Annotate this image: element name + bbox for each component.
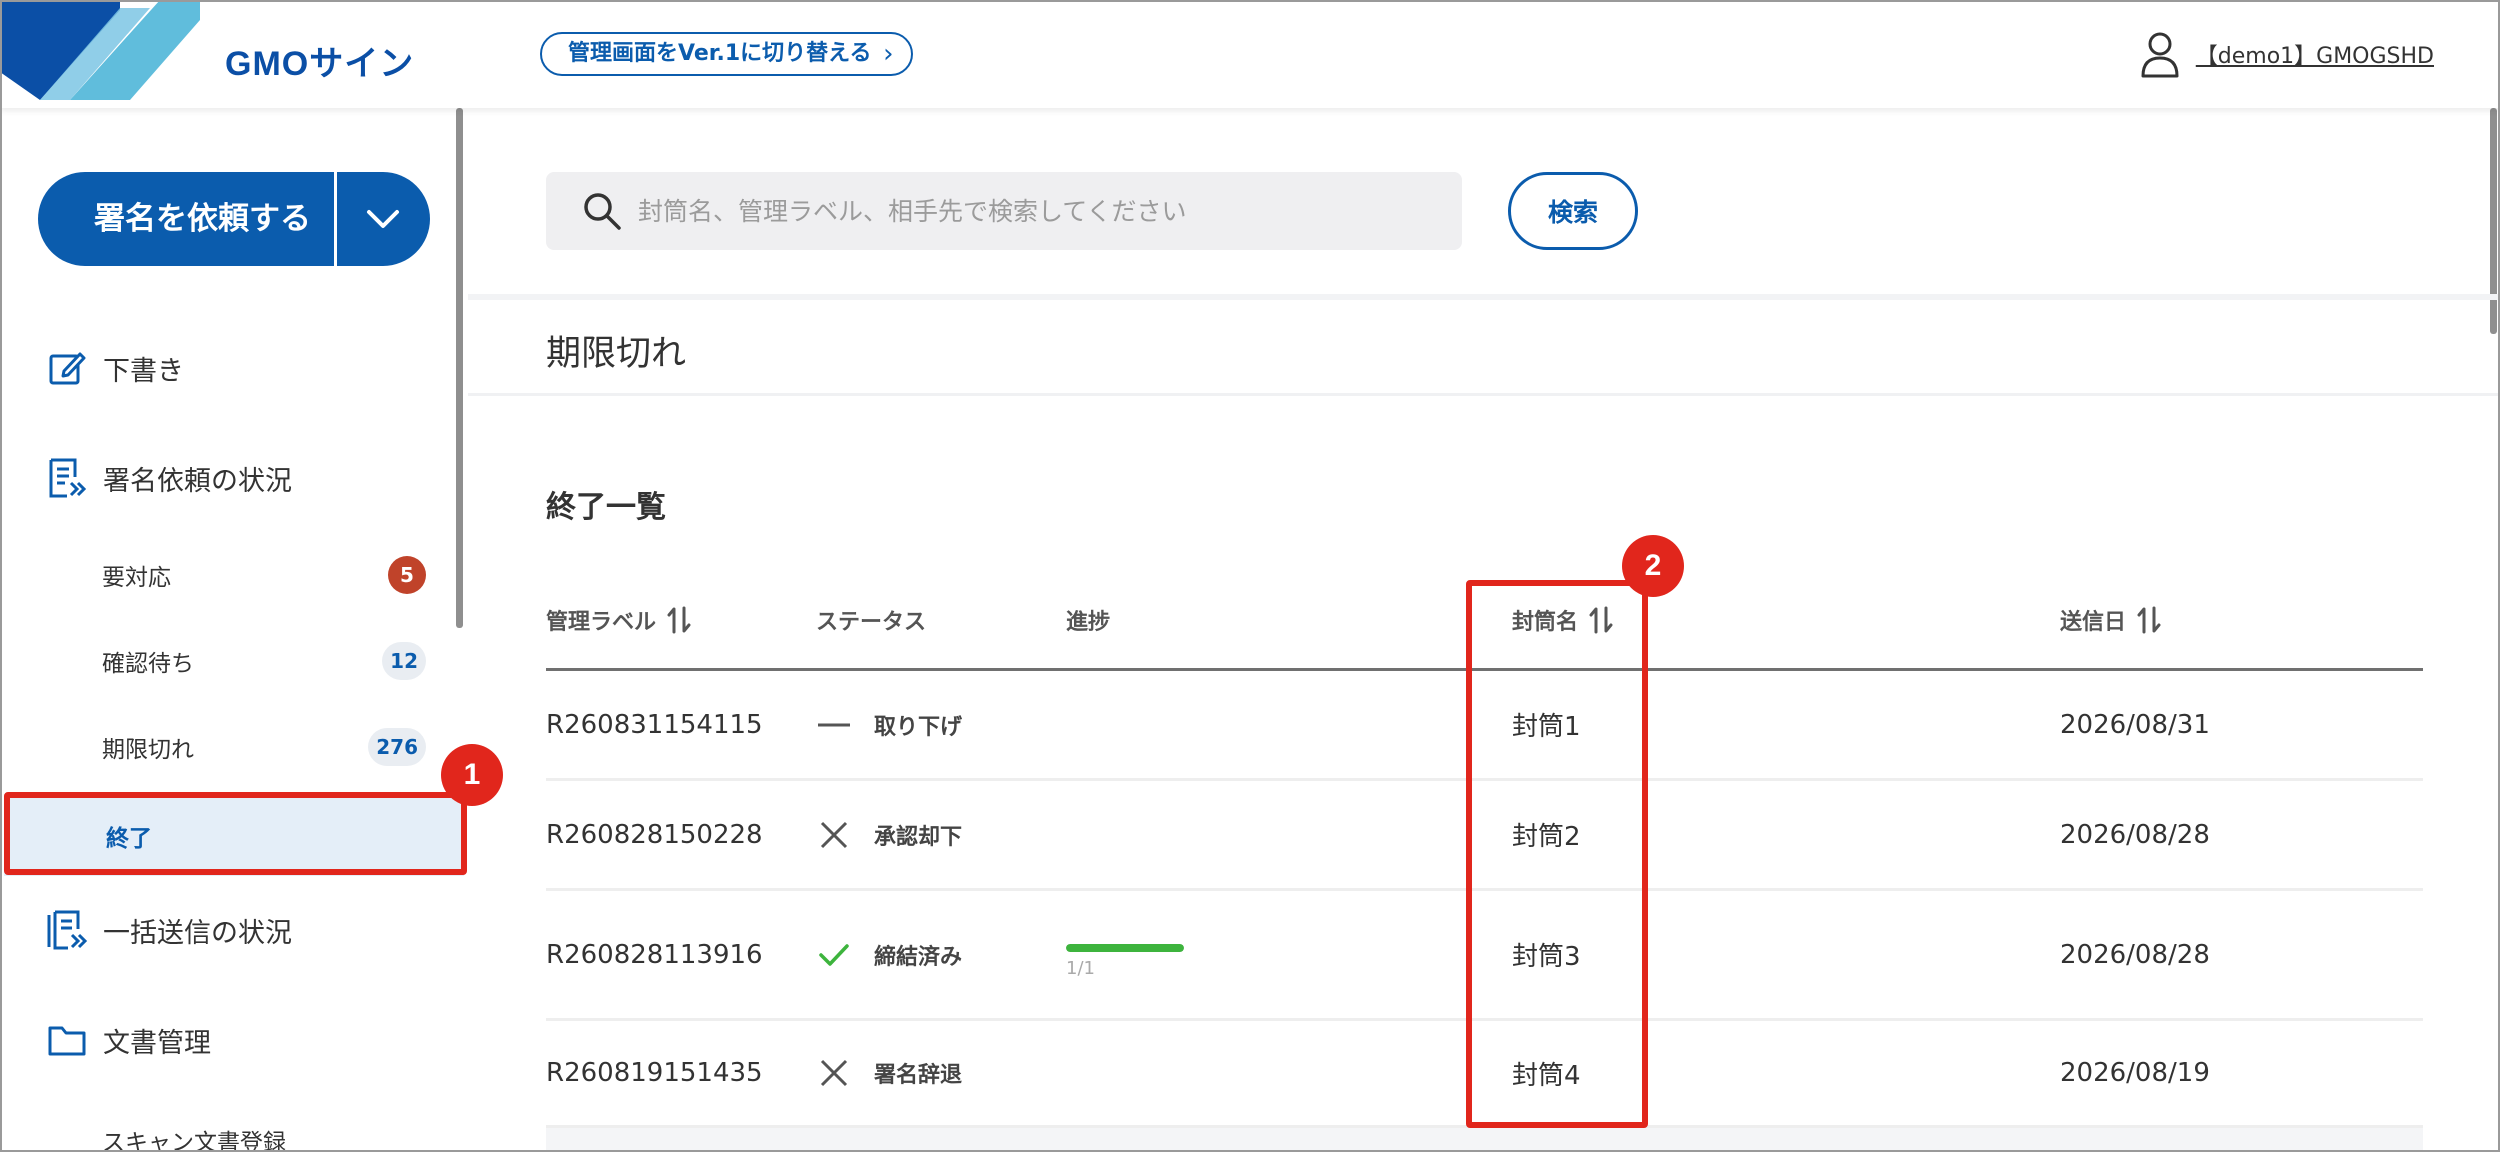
- annotation-marker: 2: [1622, 535, 1684, 597]
- sidebar-subitem-label: 期限切れ: [102, 737, 194, 763]
- cell-sent-date: 2026/08/19: [2060, 1058, 2210, 1088]
- cell-label: R260828150228: [546, 819, 763, 850]
- column-header-text: 送信日: [2060, 610, 2127, 635]
- sidebar-subitem-expired[interactable]: 期限切れ 276: [0, 726, 466, 768]
- sort-icon[interactable]: [666, 606, 692, 634]
- chevron-down-icon[interactable]: [348, 172, 418, 266]
- search-input[interactable]: [638, 196, 1398, 226]
- x-icon: [816, 1055, 852, 1091]
- sidebar-subitem-action-required[interactable]: 要対応 5: [0, 554, 466, 596]
- sidebar-item-label: 一括送信の状況: [103, 917, 292, 949]
- logo-mark-icon: [0, 0, 200, 100]
- count-badge: 5: [388, 556, 426, 594]
- switch-version-label: 管理画面をVer.1に切り替える: [568, 41, 872, 66]
- status-text: 承認却下: [874, 824, 963, 850]
- sidebar-item-label: 文書管理: [103, 1027, 211, 1059]
- bulk-send-icon: [45, 908, 89, 952]
- sidebar-item-drafts[interactable]: 下書き: [0, 344, 466, 392]
- section-divider: [468, 294, 2500, 300]
- sidebar-subitem-label: 確認待ち: [102, 651, 194, 677]
- edit-icon: [45, 346, 89, 390]
- x-icon: [816, 817, 852, 853]
- cell-sent-date: 2026/08/28: [2060, 939, 2210, 970]
- column-header-text: ステータス: [816, 610, 927, 635]
- switch-version-button[interactable]: 管理画面をVer.1に切り替える ›: [540, 32, 914, 76]
- sort-icon[interactable]: [2136, 606, 2162, 634]
- document-list-icon: [45, 456, 89, 500]
- column-header-progress: 進捗: [1066, 604, 1110, 636]
- user-icon: [2141, 32, 2179, 78]
- sidebar-subitem-scan-register[interactable]: スキャン文書登録: [0, 1120, 466, 1152]
- sidebar-item-request-status[interactable]: 署名依頼の状況: [0, 454, 466, 502]
- count-badge: 12: [382, 642, 426, 680]
- cell-progress: 1/1: [1066, 891, 1184, 1018]
- folder-icon: [45, 1018, 89, 1062]
- cell-label: R260831154115: [546, 709, 763, 740]
- main-scrollbar[interactable]: [2490, 108, 2497, 334]
- sidebar-item-label: 署名依頼の状況: [103, 465, 292, 497]
- dash-icon: [816, 707, 852, 743]
- button-divider: [334, 172, 337, 266]
- highlight-box-envelope-column: [1466, 580, 1648, 1128]
- cell-status: 取り下げ: [816, 671, 962, 778]
- section-divider: [468, 393, 2500, 396]
- cell-status: 承認却下: [816, 781, 962, 888]
- section-title: 終了一覧: [546, 490, 666, 525]
- status-text: 取り下げ: [874, 714, 963, 740]
- cell-status: 締結済み: [816, 891, 962, 1018]
- search-button[interactable]: 検索: [1508, 172, 1638, 250]
- sidebar-item-label: 下書き: [103, 355, 184, 387]
- cell-sent-date: 2026/08/28: [2060, 819, 2210, 850]
- count-badge: 276: [368, 728, 426, 766]
- page-title: 期限切れ: [546, 334, 687, 374]
- cell-label: R260819151435: [546, 1058, 763, 1088]
- cell-status: 署名辞退: [816, 1021, 962, 1125]
- progress-text: 1/1: [1066, 958, 1095, 979]
- sidebar-item-bulk-send-status[interactable]: 一括送信の状況: [0, 906, 466, 954]
- cell-label: R260828113916: [546, 939, 763, 970]
- app-header: GMOサイン 管理画面をVer.1に切り替える › 【demo1】GMOGSHD: [0, 0, 2500, 108]
- chevron-right-icon: ›: [883, 39, 894, 69]
- column-header-sent-date[interactable]: 送信日: [2060, 604, 2162, 636]
- status-text: 署名辞退: [874, 1063, 963, 1088]
- sidebar-item-document-management[interactable]: 文書管理: [0, 1016, 466, 1064]
- column-header-status: ステータス: [816, 604, 926, 636]
- search-field[interactable]: [546, 172, 1462, 250]
- progress-bar: [1066, 944, 1184, 952]
- sidebar-subitem-awaiting-confirmation[interactable]: 確認待ち 12: [0, 640, 466, 682]
- brand-logo[interactable]: GMOサイン: [225, 36, 414, 85]
- table-row-partial: [546, 1128, 2423, 1152]
- search-icon: [580, 189, 624, 233]
- status-text: 締結済み: [874, 944, 963, 970]
- column-header-label[interactable]: 管理ラベル: [546, 604, 692, 636]
- cell-sent-date: 2026/08/31: [2060, 709, 2210, 740]
- request-signature-label: 署名を依頼する: [94, 201, 311, 237]
- request-signature-button[interactable]: 署名を依頼する: [38, 172, 430, 266]
- annotation-marker: 1: [441, 744, 503, 806]
- user-name-link[interactable]: 【demo1】GMOGSHD: [2196, 38, 2434, 70]
- check-icon: [816, 937, 852, 973]
- progress-fill: [1066, 944, 1184, 952]
- column-header-text: 管理ラベル: [546, 610, 657, 635]
- column-header-text: 進捗: [1066, 610, 1111, 635]
- user-menu[interactable]: 【demo1】GMOGSHD: [2140, 30, 2434, 78]
- highlight-box-completed: [4, 792, 467, 875]
- sidebar-subitem-label: スキャン文書登録: [102, 1130, 286, 1152]
- sidebar-subitem-label: 要対応: [102, 565, 171, 591]
